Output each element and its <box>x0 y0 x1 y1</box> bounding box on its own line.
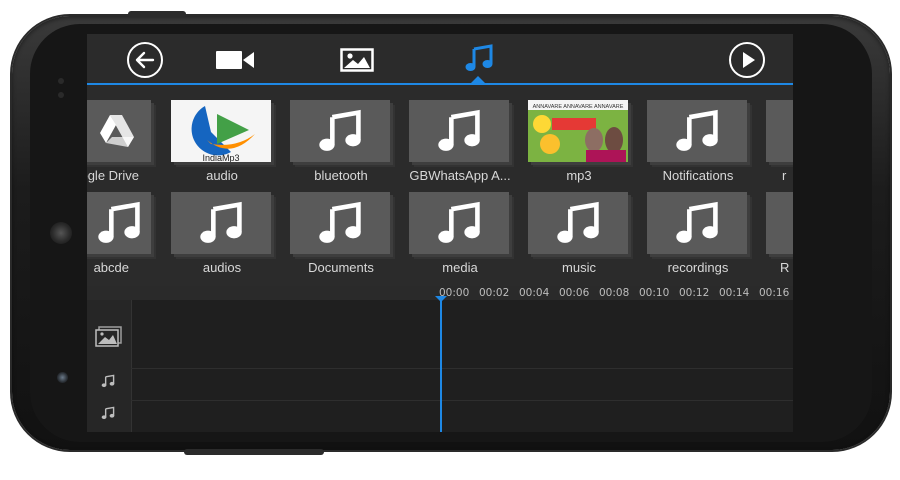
svg-text:ANNAVARE ANNAVARE ANNAVARE: ANNAVARE ANNAVARE ANNAVARE <box>533 104 624 110</box>
phone-speaker <box>50 222 72 244</box>
image-icon[interactable] <box>337 44 377 76</box>
phone-volume-button <box>128 11 186 17</box>
back-arrow-icon[interactable] <box>125 40 165 80</box>
folder-label: media <box>442 260 478 275</box>
time-tick-label: 00:16 <box>759 287 790 299</box>
active-tab-indicator <box>87 83 793 85</box>
music-note-icon <box>290 192 390 254</box>
track-header-column <box>87 300 132 432</box>
music-note-icon <box>528 192 628 254</box>
audio-track-row[interactable] <box>131 369 793 401</box>
music-note-icon <box>171 192 271 254</box>
folder-label: Notifications <box>662 168 734 183</box>
folder-tile[interactable]: abcde <box>87 188 157 278</box>
music-note-icon <box>290 100 390 162</box>
audio-track-icon[interactable] <box>101 374 115 393</box>
audio-track-row[interactable] <box>131 401 793 432</box>
google-drive-icon <box>87 100 151 162</box>
music-note-icon <box>409 100 509 162</box>
audio-track-icon[interactable] <box>101 406 115 425</box>
folder-tile[interactable]: r <box>762 96 793 186</box>
folder-tile[interactable]: audios <box>167 188 277 278</box>
folder-label: audio <box>206 168 238 183</box>
folder-label: GBWhatsApp A... <box>409 168 511 183</box>
folder-label: ogle Drive <box>87 168 139 183</box>
playhead-line[interactable] <box>440 300 442 432</box>
folder-label: abcde <box>93 260 129 275</box>
folder-label: bluetooth <box>314 168 368 183</box>
top-toolbar <box>87 34 793 85</box>
time-tick-label: 00:02 <box>479 287 510 299</box>
folder-tile[interactable]: Notifications <box>643 96 753 186</box>
music-note-icon[interactable] <box>459 40 499 76</box>
play-icon[interactable] <box>727 40 767 80</box>
media-folder-grid: ogle Drive IndiaMp3 audio bluetooth <box>87 96 793 286</box>
folder-tile[interactable]: GBWhatsApp A... <box>405 96 515 186</box>
svg-text:IndiaMp3: IndiaMp3 <box>202 153 239 162</box>
folder-tile[interactable]: ANNAVARE ANNAVARE ANNAVARE mp3 <box>524 96 634 186</box>
time-tick-label: 00:04 <box>519 287 550 299</box>
folder-label: r <box>782 168 787 183</box>
phone-sensor <box>58 78 64 84</box>
music-note-icon <box>87 192 151 254</box>
time-tick-label: 00:12 <box>679 287 710 299</box>
music-note-icon <box>766 192 793 254</box>
folder-tile[interactable]: media <box>405 188 515 278</box>
video-camera-icon[interactable] <box>213 44 257 76</box>
phone-sensor <box>58 92 64 98</box>
folder-tile[interactable]: IndiaMp3 audio <box>167 96 277 186</box>
time-tick-label: 00:08 <box>599 287 630 299</box>
active-tab-caret <box>470 76 486 84</box>
phone-camera <box>57 372 68 383</box>
phone-power-button <box>184 449 324 455</box>
time-tick-label: 00:10 <box>639 287 670 299</box>
music-note-icon <box>766 100 793 162</box>
app-screen: ogle Drive IndiaMp3 audio bluetooth <box>87 34 793 432</box>
folder-label: mp3 <box>566 168 592 183</box>
time-tick-label: 00:14 <box>719 287 750 299</box>
folder-label: audios <box>202 260 242 275</box>
folder-tile[interactable]: R <box>762 188 793 278</box>
playhead-handle[interactable] <box>435 296 447 302</box>
folder-tile[interactable]: recordings <box>643 188 753 278</box>
image-track-row[interactable] <box>131 300 793 369</box>
image-track-icon[interactable] <box>95 326 123 353</box>
folder-label: R <box>780 260 790 275</box>
time-tick-label: 00:06 <box>559 287 590 299</box>
folder-thumbnail-image: IndiaMp3 <box>171 100 271 162</box>
folder-tile[interactable]: Documents <box>286 188 396 278</box>
folder-tile[interactable]: ogle Drive <box>87 96 157 186</box>
timeline-panel: 00:00 00:02 00:04 00:06 00:08 00:10 00:1… <box>87 286 793 432</box>
folder-thumbnail-image: ANNAVARE ANNAVARE ANNAVARE <box>528 100 628 162</box>
folder-label: recordings <box>667 260 729 275</box>
folder-tile[interactable]: bluetooth <box>286 96 396 186</box>
music-note-icon <box>409 192 509 254</box>
folder-label: Documents <box>308 260 374 275</box>
folder-tile[interactable]: music <box>524 188 634 278</box>
music-note-icon <box>647 100 747 162</box>
music-note-icon <box>647 192 747 254</box>
folder-label: music <box>562 260 596 275</box>
